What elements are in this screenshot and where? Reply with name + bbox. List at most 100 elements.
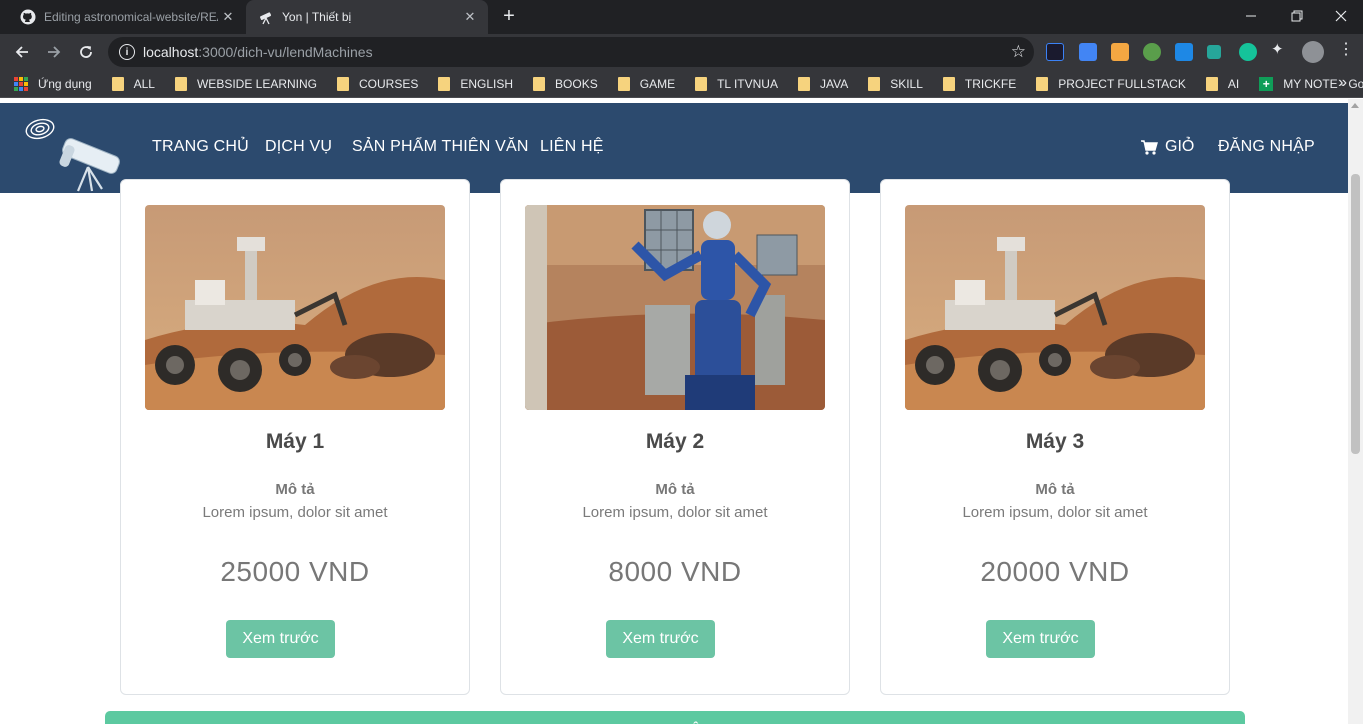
product-name: Máy 3 — [1025, 430, 1085, 453]
puzzle-icon[interactable]: ✦ — [1271, 40, 1289, 58]
scroll-up-arrow-icon[interactable] — [1351, 103, 1359, 108]
folder-icon — [111, 76, 124, 91]
preview-button[interactable]: Xem trước — [986, 620, 1095, 658]
folder-icon — [1036, 76, 1049, 91]
bookmark-my-note[interactable]: + MY NOTE - Google... — [1259, 76, 1363, 91]
address-bar[interactable]: i localhost:3000/dich-vu/lendMachines ☆ — [108, 37, 1034, 67]
page-scrollbar[interactable] — [1348, 99, 1363, 724]
description-text: Lorem ipsum, dolor sit amet — [202, 504, 388, 521]
bookmark-folder[interactable]: BOOKS — [533, 76, 598, 91]
folder-icon — [1205, 76, 1218, 91]
bookmark-label: PROJECT FULLSTACK — [1058, 76, 1186, 91]
telescope-logo[interactable] — [22, 109, 122, 193]
product-image-humanoid-robot[interactable] — [525, 205, 825, 410]
extension-icon[interactable] — [1143, 43, 1161, 61]
product-price: 20000 VND — [980, 556, 1130, 587]
browser-toolbar: i localhost:3000/dich-vu/lendMachines ☆ … — [0, 34, 1363, 70]
menu-dots-icon[interactable]: ⋮ — [1338, 39, 1354, 58]
bookmark-label: TRICKFE — [964, 76, 1017, 91]
minimize-icon — [1246, 15, 1256, 17]
description-text: Lorem ipsum, dolor sit amet — [962, 504, 1148, 521]
product-image-mars-rover[interactable] — [905, 205, 1205, 410]
preview-button[interactable]: Xem trước — [606, 620, 715, 658]
bookmark-apps[interactable]: Ứng dụng — [14, 76, 92, 91]
nav-home[interactable]: TRANG CHỦ — [152, 138, 249, 156]
description-label: Mô tả — [655, 481, 695, 498]
scrollbar-thumb[interactable] — [1351, 174, 1360, 454]
grammarly-icon[interactable] — [1239, 43, 1257, 61]
forward-button[interactable] — [40, 38, 68, 66]
cart-label: GIỎ — [1165, 138, 1195, 155]
bookmark-folder[interactable]: PROJECT FULLSTACK — [1036, 76, 1186, 91]
page-viewport: TRANG CHỦ DỊCH VỤ SẢN PHẨM THIÊN VĂN LIÊ… — [0, 99, 1363, 724]
nav-products[interactable]: SẢN PHẨM THIÊN VĂN — [352, 138, 529, 156]
bookmark-label: ALL — [133, 76, 155, 91]
bookmark-folder[interactable]: TRICKFE — [942, 76, 1017, 91]
extension-icon[interactable] — [1175, 43, 1193, 61]
tab-title: Editing astronomical-website/REA — [44, 10, 218, 24]
login-link[interactable]: ĐĂNG NHẬP — [1218, 138, 1315, 156]
tab-title: Yon | Thiết bị — [282, 10, 352, 24]
google-sheets-icon: + — [1259, 76, 1274, 91]
close-window-button[interactable] — [1318, 0, 1363, 32]
bookmark-folder[interactable]: AI — [1205, 76, 1240, 91]
new-tab-button[interactable]: + — [498, 6, 520, 28]
bookmark-folder[interactable]: GAME — [617, 76, 675, 91]
folder-icon — [438, 76, 451, 91]
extension-icon[interactable] — [1046, 43, 1064, 61]
folder-icon — [617, 76, 630, 91]
product-card: Máy 2 Mô tả Lorem ipsum, dolor sit amet … — [500, 179, 850, 695]
folder-icon — [337, 76, 350, 91]
restore-window-button[interactable] — [1274, 0, 1320, 32]
bookmark-folder[interactable]: ENGLISH — [438, 76, 514, 91]
close-tab-icon[interactable]: ✕ — [218, 9, 238, 25]
browser-tab-strip: Editing astronomical-website/REA ✕ Yon |… — [0, 0, 1363, 34]
avatar[interactable] — [1302, 41, 1324, 63]
bookmark-folder[interactable]: TL ITVNUA — [695, 76, 778, 91]
product-price: 25000 VND — [220, 556, 370, 587]
reload-icon — [80, 46, 92, 58]
bookmark-folder[interactable]: ALL — [111, 76, 155, 91]
bookmark-folder[interactable]: WEBSIDE LEARNING — [174, 76, 317, 91]
product-image-mars-rover[interactable] — [145, 205, 445, 410]
bookmark-label: MY NOTE - Google... — [1283, 76, 1363, 91]
arrow-right-icon — [48, 46, 61, 58]
reload-button[interactable] — [72, 38, 100, 66]
description-label: Mô tả — [1035, 481, 1075, 498]
nav-contact[interactable]: LIÊN HỆ — [540, 138, 604, 156]
see-more-button[interactable]: XEM THÊM — [105, 711, 1245, 724]
cart-link[interactable]: GIỎ — [1141, 138, 1194, 156]
restore-icon — [1291, 10, 1303, 22]
back-button[interactable] — [8, 38, 36, 66]
bookmark-label: ENGLISH — [460, 76, 514, 91]
github-icon — [20, 9, 36, 25]
chevron-right-icon[interactable]: » — [1338, 74, 1347, 92]
bookmark-label: TL ITVNUA — [717, 76, 778, 91]
folder-icon — [695, 76, 708, 91]
apps-icon — [14, 76, 28, 91]
preview-button[interactable]: Xem trước — [226, 620, 335, 658]
nav-services[interactable]: DỊCH VỤ — [265, 138, 332, 156]
browser-tab-active[interactable]: Yon | Thiết bị ✕ — [246, 0, 488, 34]
bookmark-star-icon[interactable]: ☆ — [1011, 42, 1026, 62]
info-icon[interactable]: i — [119, 44, 135, 60]
url-path: :3000/dich-vu/lendMachines — [198, 44, 373, 60]
description-label: Mô tả — [275, 481, 315, 498]
bookmark-label: AI — [1227, 76, 1240, 91]
bookmark-folder[interactable]: JAVA — [797, 76, 849, 91]
extension-icon[interactable] — [1207, 45, 1221, 59]
folder-icon — [797, 76, 810, 91]
bookmark-folder[interactable]: SKILL — [868, 76, 923, 91]
product-card: Máy 1 Mô tả Lorem ipsum, dolor sit amet … — [120, 179, 470, 695]
bookmark-label: COURSES — [359, 76, 419, 91]
minimize-window-button[interactable] — [1228, 0, 1274, 32]
bookmark-label: JAVA — [819, 76, 849, 91]
close-tab-icon[interactable]: ✕ — [460, 9, 480, 25]
browser-tab-github[interactable]: Editing astronomical-website/REA ✕ — [8, 0, 246, 34]
arrow-left-icon — [15, 46, 28, 58]
google-translate-icon[interactable] — [1079, 43, 1097, 61]
extension-icon[interactable] — [1111, 43, 1129, 61]
bookmark-folder[interactable]: COURSES — [337, 76, 419, 91]
bookmark-label: SKILL — [890, 76, 923, 91]
product-name: Máy 1 — [265, 430, 325, 453]
